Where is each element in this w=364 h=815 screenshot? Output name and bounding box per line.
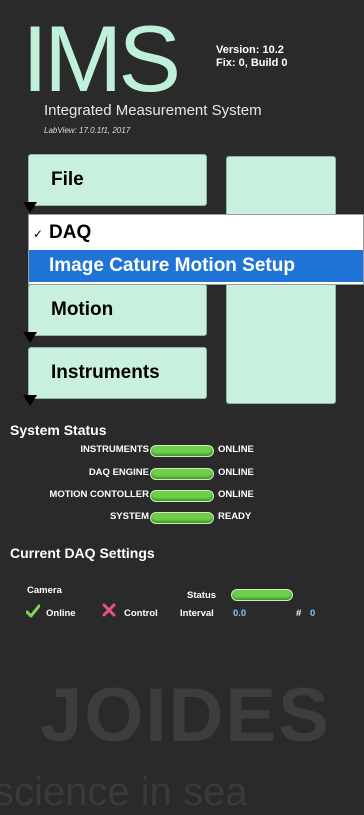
menu-item-daq-label: DAQ	[49, 222, 92, 243]
interval-value: 0.0	[233, 608, 247, 619]
check-icon	[26, 604, 40, 618]
menu-item-image-capture-motion-setup[interactable]: Image Cature Motion Setup	[29, 250, 363, 282]
watermark-science: science in sea	[0, 770, 248, 814]
build-label: Fix: 0, Build 0	[216, 57, 288, 69]
count-value: 0	[310, 608, 316, 619]
status-name: SYSTEM	[109, 511, 149, 522]
status-label: Status	[187, 590, 217, 601]
labview-version: LabView: 17.0.1f1, 2017	[44, 126, 131, 135]
checkmark-icon: ✓	[33, 227, 44, 241]
daq-status-led-indicator	[231, 589, 293, 601]
status-row-motion-controller: MOTION CONTOLLER ONLINE	[0, 487, 364, 503]
daq-settings-title: Current DAQ Settings	[10, 545, 155, 561]
watermark-joides: JOIDES	[40, 673, 331, 758]
close-x-icon	[102, 603, 116, 617]
status-led-indicator	[150, 512, 214, 524]
menu-item-image-capture-label: Image Cature Motion Setup	[49, 255, 295, 276]
camera-online-label: Online	[46, 608, 76, 619]
dropdown-triangle-icon	[23, 395, 37, 406]
status-row-instruments: INSTRUMENTS ONLINE	[0, 442, 364, 458]
instruments-menu-label: Instruments	[51, 362, 160, 383]
status-value: ONLINE	[218, 489, 254, 500]
status-led-indicator	[150, 445, 214, 457]
menu-item-daq[interactable]: ✓ DAQ	[29, 217, 363, 249]
camera-control-label: Control	[124, 608, 158, 619]
count-label: #	[296, 608, 302, 619]
dropdown-triangle-icon	[23, 202, 37, 213]
status-value: READY	[218, 511, 252, 522]
camera-label: Camera	[27, 585, 62, 596]
version-info: Version: 10.2 Fix: 0, Build 0	[216, 44, 288, 70]
version-label: Version: 10.2	[216, 44, 284, 56]
status-value: ONLINE	[218, 467, 254, 478]
status-led-indicator	[150, 490, 214, 502]
status-name: MOTION CONTOLLER	[49, 489, 149, 500]
interval-label: Interval	[180, 608, 214, 619]
status-row-system: SYSTEM READY	[0, 509, 364, 525]
app-subtitle: Integrated Measurement System	[44, 102, 262, 119]
motion-menu-label: Motion	[51, 299, 114, 320]
status-name: INSTRUMENTS	[80, 444, 149, 455]
file-menu-button[interactable]: File	[23, 154, 207, 213]
dropdown-triangle-icon	[23, 332, 37, 343]
app-logo: IMS	[22, 6, 181, 111]
instruments-menu-button[interactable]: Instruments	[23, 347, 207, 406]
system-status-title: System Status	[10, 422, 107, 438]
file-menu-label: File	[51, 169, 84, 190]
status-led-indicator	[150, 468, 214, 480]
status-row-daq-engine: DAQ ENGINE ONLINE	[0, 465, 364, 481]
status-value: ONLINE	[218, 444, 254, 455]
daq-dropdown-menu: ✓ DAQ Image Cature Motion Setup	[28, 214, 364, 285]
status-name: DAQ ENGINE	[88, 467, 149, 478]
motion-menu-button[interactable]: Motion	[23, 284, 207, 343]
